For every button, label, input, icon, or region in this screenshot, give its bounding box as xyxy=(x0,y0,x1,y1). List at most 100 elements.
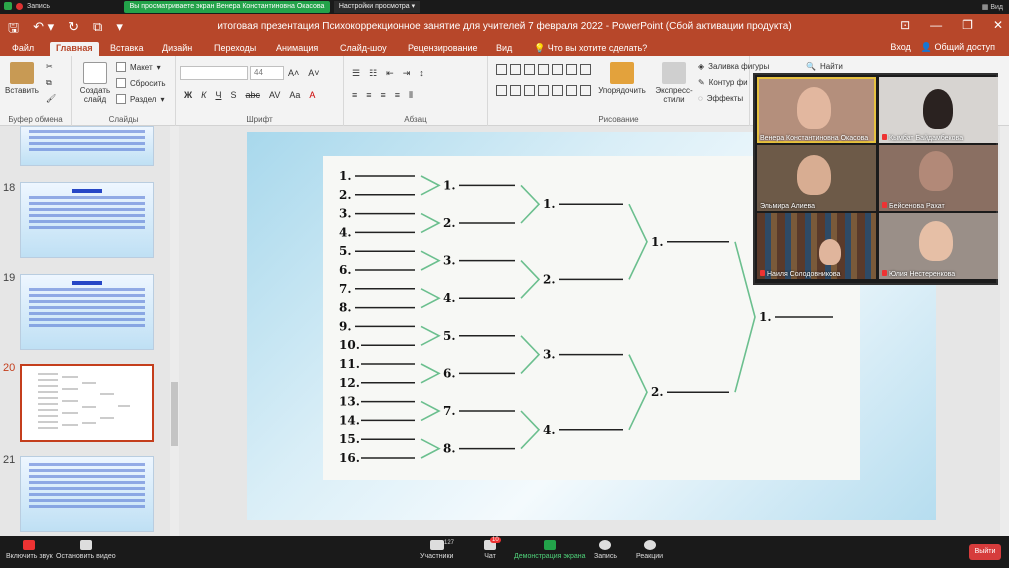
cut-button[interactable]: ✂ xyxy=(46,62,53,71)
shape-icon[interactable] xyxy=(524,85,535,96)
participant-tile[interactable]: Юлия Нестеренкова xyxy=(879,213,998,279)
shape-icon[interactable] xyxy=(510,64,521,75)
shrink-font-icon[interactable]: A˅ xyxy=(308,68,319,78)
slide-scrollbar[interactable] xyxy=(1000,126,1009,536)
close-icon[interactable]: ✕ xyxy=(993,18,1003,32)
bracket-connector xyxy=(520,410,541,450)
quick-styles-button[interactable]: Экспресс-стили xyxy=(650,62,698,104)
participant-tile[interactable]: Кымбат Байдамбекова xyxy=(879,77,998,143)
save-icon[interactable]: 🖫 xyxy=(8,19,19,41)
participant-tile[interactable]: Эльмира Алиева xyxy=(757,145,876,211)
slide-thumbnail-active[interactable] xyxy=(20,364,154,442)
bullets-icon[interactable]: ☰ xyxy=(352,68,360,79)
shape-icon[interactable] xyxy=(580,85,591,96)
align-left-icon[interactable]: ≡ xyxy=(352,90,357,101)
stop-video-button[interactable]: Остановить видео xyxy=(56,540,116,560)
shape-icon[interactable] xyxy=(566,64,577,75)
restore-icon[interactable]: ❐ xyxy=(962,18,973,32)
participants-button[interactable]: Участники 127 xyxy=(420,540,454,560)
shape-icon[interactable] xyxy=(496,85,507,96)
tell-me-search[interactable]: 💡 Что вы хотите сделать? xyxy=(528,42,653,56)
shape-fill-button[interactable]: ◈ Заливка фигуры xyxy=(698,62,769,71)
grow-font-icon[interactable]: A˄ xyxy=(288,68,299,78)
tab-home[interactable]: Главная xyxy=(50,42,99,56)
font-color-button[interactable]: A xyxy=(309,90,315,100)
shape-icon[interactable] xyxy=(566,85,577,96)
leave-button[interactable]: Выйти xyxy=(969,544,1001,560)
undo-icon[interactable]: ↶ ▾ xyxy=(33,19,54,41)
increase-indent-icon[interactable]: ⇥ xyxy=(403,68,411,79)
bold-button[interactable]: Ж xyxy=(184,90,192,100)
section-button[interactable]: Раздел ▾ xyxy=(116,94,164,104)
format-painter-button[interactable]: 🖌 xyxy=(46,94,56,103)
shape-outline-button[interactable]: ✎ Контур фи xyxy=(698,78,748,87)
participant-tile[interactable]: Наиля Солодовникова xyxy=(757,213,876,279)
shapes-gallery[interactable] xyxy=(496,64,591,104)
italic-button[interactable]: К xyxy=(201,90,206,100)
shape-effects-button[interactable]: ◌ Эффекты xyxy=(698,94,743,103)
scrollbar-thumb[interactable] xyxy=(171,382,178,446)
slide-thumbnail[interactable] xyxy=(20,274,154,350)
tab-view[interactable]: Вид xyxy=(490,42,518,56)
present-from-start-icon[interactable]: ⧉ xyxy=(93,19,102,41)
justify-icon[interactable]: ≡ xyxy=(395,90,400,101)
layout-label: Макет xyxy=(130,62,153,72)
thumbnails-scrollbar[interactable] xyxy=(170,126,179,536)
align-center-icon[interactable]: ≡ xyxy=(366,90,371,101)
shape-icon[interactable] xyxy=(552,64,563,75)
view-settings-button[interactable]: Настройки просмотра ▾ xyxy=(334,1,420,13)
record-button[interactable]: Запись xyxy=(594,540,617,560)
arrange-button[interactable]: Упорядочить xyxy=(594,62,650,95)
unmute-button[interactable]: Включить звук xyxy=(6,540,53,560)
sign-in-link[interactable]: Вход xyxy=(890,42,910,53)
find-button[interactable]: 🔍 Найти xyxy=(806,62,843,71)
underline-button[interactable]: Ч xyxy=(215,90,221,100)
line-spacing-icon[interactable]: ↕ xyxy=(419,68,424,79)
shape-icon[interactable] xyxy=(510,85,521,96)
layout-button[interactable]: Макет ▾ xyxy=(116,62,161,72)
reactions-button[interactable]: Реакции xyxy=(636,540,663,560)
tab-insert[interactable]: Вставка xyxy=(104,42,149,56)
tab-slideshow[interactable]: Слайд-шоу xyxy=(334,42,393,56)
decrease-indent-icon[interactable]: ⇤ xyxy=(386,68,394,79)
slide-thumbnail[interactable] xyxy=(20,126,154,166)
tab-transitions[interactable]: Переходы xyxy=(208,42,262,56)
participant-tile[interactable]: Венера Константиновна Окасова xyxy=(757,77,876,143)
slide-thumbnail[interactable] xyxy=(20,182,154,258)
share-screen-button[interactable]: Демонстрация экрана xyxy=(514,540,586,560)
recording-indicator[interactable]: Запись xyxy=(4,2,50,10)
shape-icon[interactable] xyxy=(538,85,549,96)
customize-quick-access-icon[interactable]: ▾ xyxy=(116,19,123,41)
shape-icon[interactable] xyxy=(538,64,549,75)
paste-button[interactable]: Вставить xyxy=(2,62,42,95)
strikethrough-button[interactable]: abc xyxy=(245,90,260,100)
shape-icon[interactable] xyxy=(496,64,507,75)
char-spacing-button[interactable]: AV xyxy=(269,90,280,100)
shadow-button[interactable]: S xyxy=(230,90,236,100)
minimize-icon[interactable]: — xyxy=(930,18,942,32)
font-size-input[interactable]: 44 xyxy=(250,66,284,80)
shape-icon[interactable] xyxy=(580,64,591,75)
tab-file[interactable]: Файл xyxy=(6,42,40,56)
shape-icon[interactable] xyxy=(524,64,535,75)
thumb-text-line xyxy=(29,130,145,133)
tab-review[interactable]: Рецензирование xyxy=(402,42,484,56)
tab-design[interactable]: Дизайн xyxy=(156,42,198,56)
copy-button[interactable]: ⧉ xyxy=(46,78,52,88)
reset-button[interactable]: Сбросить xyxy=(116,78,166,88)
shape-icon[interactable] xyxy=(552,85,563,96)
new-slide-button[interactable]: Создать слайд xyxy=(76,62,114,104)
font-name-input[interactable] xyxy=(180,66,248,80)
redo-icon[interactable]: ↻ xyxy=(68,19,79,41)
share-button[interactable]: 👤 Общий доступ xyxy=(921,42,995,53)
slide-thumbnail[interactable] xyxy=(20,456,154,532)
align-right-icon[interactable]: ≡ xyxy=(381,90,386,101)
columns-icon[interactable]: ⫴ xyxy=(409,90,413,101)
numbering-icon[interactable]: ☷ xyxy=(369,68,377,79)
chat-button[interactable]: 10 Чат xyxy=(484,537,501,560)
tab-animation[interactable]: Анимация xyxy=(270,42,324,56)
ribbon-display-icon[interactable]: ⊡ xyxy=(900,18,910,32)
participant-tile[interactable]: Бейсенова Рахат xyxy=(879,145,998,211)
change-case-button[interactable]: Aa xyxy=(289,90,300,100)
view-button[interactable]: ▦ Вид xyxy=(982,3,1003,11)
